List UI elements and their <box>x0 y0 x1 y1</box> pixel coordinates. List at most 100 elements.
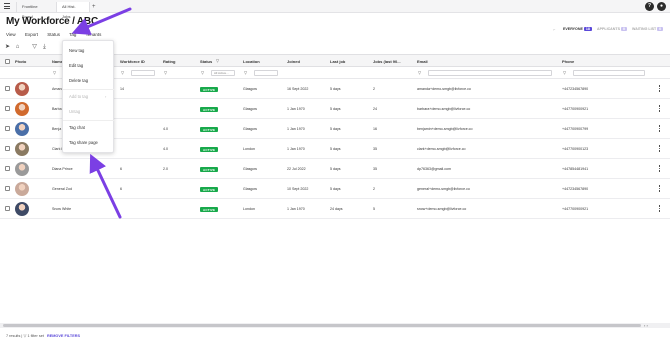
cell-location: Glasgow <box>243 87 257 91</box>
status-badge: ACTIVE <box>200 147 219 152</box>
phone-filter-input[interactable] <box>573 70 645 76</box>
col-joined[interactable]: Joined <box>287 59 300 64</box>
cell-location: Glasgow <box>243 107 257 111</box>
col-last-job[interactable]: Last job <box>330 59 345 64</box>
audience-waiting-list[interactable]: WAITING LIST 0 <box>632 27 664 31</box>
filter-icon: ▽ <box>23 334 27 338</box>
cell-rating: 4.0 <box>163 127 168 131</box>
nav-tenants[interactable]: Tenants <box>86 32 102 37</box>
cell-email[interactable]: general+demo-smgb@livforce.co <box>417 187 470 191</box>
cell-workforce-id: 6 <box>120 187 122 191</box>
audience-everyone-count: 18 <box>583 27 592 31</box>
cell-joined: 22 Jul 2022 <box>287 167 306 171</box>
table-row[interactable]: Diana Prince 6 2.0 Glasgow 22 Jul 2022 5 days… <box>0 159 670 179</box>
nav-status[interactable]: Status <box>47 32 60 37</box>
row-menu-icon[interactable] <box>658 185 661 193</box>
horizontal-scrollbar[interactable] <box>0 323 670 328</box>
menu-edit-tag[interactable]: Edit tag <box>69 63 83 68</box>
location-filter-input[interactable] <box>254 70 278 76</box>
nav-view[interactable]: View <box>6 32 16 37</box>
row-checkbox[interactable] <box>5 106 10 111</box>
status-filter-row-icon[interactable]: ▽ <box>201 71 205 75</box>
row-checkbox[interactable] <box>5 206 10 211</box>
status-badge: ACTIVE <box>200 127 219 132</box>
table-row[interactable]: Snow White London 1 Jan 1970 24 days 5 snow+d… <box>0 199 670 219</box>
audience-waiting-label: WAITING LIST <box>632 27 657 31</box>
menu-untag[interactable]: Untag <box>69 109 80 114</box>
tag-icon: ⌐ <box>553 27 556 32</box>
row-menu-icon[interactable] <box>658 85 661 93</box>
cell-location: Glasgow <box>243 127 257 131</box>
audience-everyone[interactable]: EVERYONE 18 <box>563 27 592 31</box>
audience-applicants[interactable]: APPLICANTS 0 <box>597 27 627 31</box>
menu-delete-tag[interactable]: Delete tag <box>69 78 88 83</box>
row-menu-icon[interactable] <box>658 145 661 153</box>
row-menu-icon[interactable] <box>658 125 661 133</box>
name-filter-icon[interactable]: ▽ <box>53 71 57 75</box>
menu-tag-share-page[interactable]: Tag share page <box>69 140 98 145</box>
cell-name[interactable]: Snow White <box>52 207 71 211</box>
phone-filter-icon[interactable]: ▽ <box>563 71 567 75</box>
remove-filters-link[interactable]: REMOVE FILTERS <box>47 334 80 338</box>
col-email[interactable]: Email <box>417 59 428 64</box>
row-checkbox[interactable] <box>5 126 10 131</box>
send-icon[interactable]: ➤ <box>4 44 11 51</box>
tag-icon[interactable]: ⌂ <box>14 44 21 51</box>
row-menu-icon[interactable] <box>658 165 661 173</box>
avatar <box>15 162 29 176</box>
status-filter-select[interactable]: All Active... <box>211 70 235 76</box>
row-checkbox[interactable] <box>5 186 10 191</box>
tab-all-hist-jobs[interactable]: All Hist. Jobs <box>56 2 90 19</box>
status-filter-icon[interactable]: ▽ <box>216 59 220 63</box>
row-checkbox[interactable] <box>5 146 10 151</box>
col-status[interactable]: Status <box>200 59 212 64</box>
nav-tag[interactable]: Tag <box>69 32 76 37</box>
add-tab-icon[interactable]: + <box>92 2 96 12</box>
filter-icon[interactable]: ▽ <box>31 44 38 51</box>
col-location[interactable]: Location <box>243 59 260 64</box>
help-icon[interactable]: ? <box>645 2 654 11</box>
tab-frontline-board[interactable]: Frontline Board <box>16 2 54 19</box>
audience-applicants-label: APPLICANTS <box>597 27 620 31</box>
hamburger-menu-icon[interactable] <box>4 3 11 10</box>
cell-name[interactable]: General Zod <box>52 187 72 191</box>
menu-new-tag[interactable]: New tag <box>69 48 84 53</box>
cell-name[interactable]: Diana Prince <box>52 167 73 171</box>
nav-export[interactable]: Export <box>25 32 38 37</box>
cell-name[interactable]: Benja <box>52 127 61 131</box>
row-checkbox[interactable] <box>5 86 10 91</box>
menu-tag-chat[interactable]: Tag chat <box>69 125 85 130</box>
col-workforce-id[interactable]: Workforce ID <box>120 59 145 64</box>
cell-joined: 1 Jan 1970 <box>287 107 305 111</box>
user-account-icon[interactable]: ● <box>657 2 666 11</box>
menu-add-to-tag[interactable]: Add to tag <box>69 94 88 99</box>
scroll-arrows-icon[interactable]: ‹ › <box>644 323 648 328</box>
cell-email[interactable]: snow+demo-smgb@livforce.co <box>417 207 466 211</box>
table-row[interactable]: General Zod 6 Glasgow 10 Sept 2022 5 days 2 ge… <box>0 179 670 199</box>
location-filter-icon[interactable]: ▽ <box>244 71 248 75</box>
row-menu-icon[interactable] <box>658 105 661 113</box>
cell-email[interactable]: benjamin+demo-smgb@livforce.co <box>417 127 472 131</box>
email-filter-input[interactable] <box>428 70 552 76</box>
email-filter-icon[interactable]: ▽ <box>418 71 422 75</box>
cell-email[interactable]: barbara+demo-smgb@livforce.co <box>417 107 470 111</box>
cell-email[interactable]: clark+demo-smgb@livforce.co <box>417 147 466 151</box>
row-checkbox[interactable] <box>5 166 10 171</box>
select-all-checkbox[interactable] <box>5 59 10 64</box>
rating-filter-icon[interactable]: ▽ <box>164 71 168 75</box>
download-icon[interactable]: ⤓ <box>41 44 48 51</box>
status-badge: ACTIVE <box>200 187 219 192</box>
cell-jobs: 2 <box>373 87 375 91</box>
col-jobs[interactable]: Jobs (last 90... <box>373 59 401 64</box>
col-phone[interactable]: Phone <box>562 59 574 64</box>
id-filter-icon[interactable]: ▽ <box>121 71 125 75</box>
cell-joined: 1 Jan 1970 <box>287 127 305 131</box>
id-filter-input[interactable] <box>131 70 155 76</box>
cell-email[interactable]: amanda+demo-smgb@livforce.co <box>417 87 471 91</box>
scrollbar-thumb[interactable] <box>3 324 641 327</box>
col-rating[interactable]: Rating <box>163 59 175 64</box>
cell-name[interactable]: Barba <box>52 107 62 111</box>
row-menu-icon[interactable] <box>658 205 661 213</box>
audience-applicants-count: 0 <box>620 27 627 31</box>
cell-email[interactable]: dp76363@gmail.com <box>417 167 451 171</box>
